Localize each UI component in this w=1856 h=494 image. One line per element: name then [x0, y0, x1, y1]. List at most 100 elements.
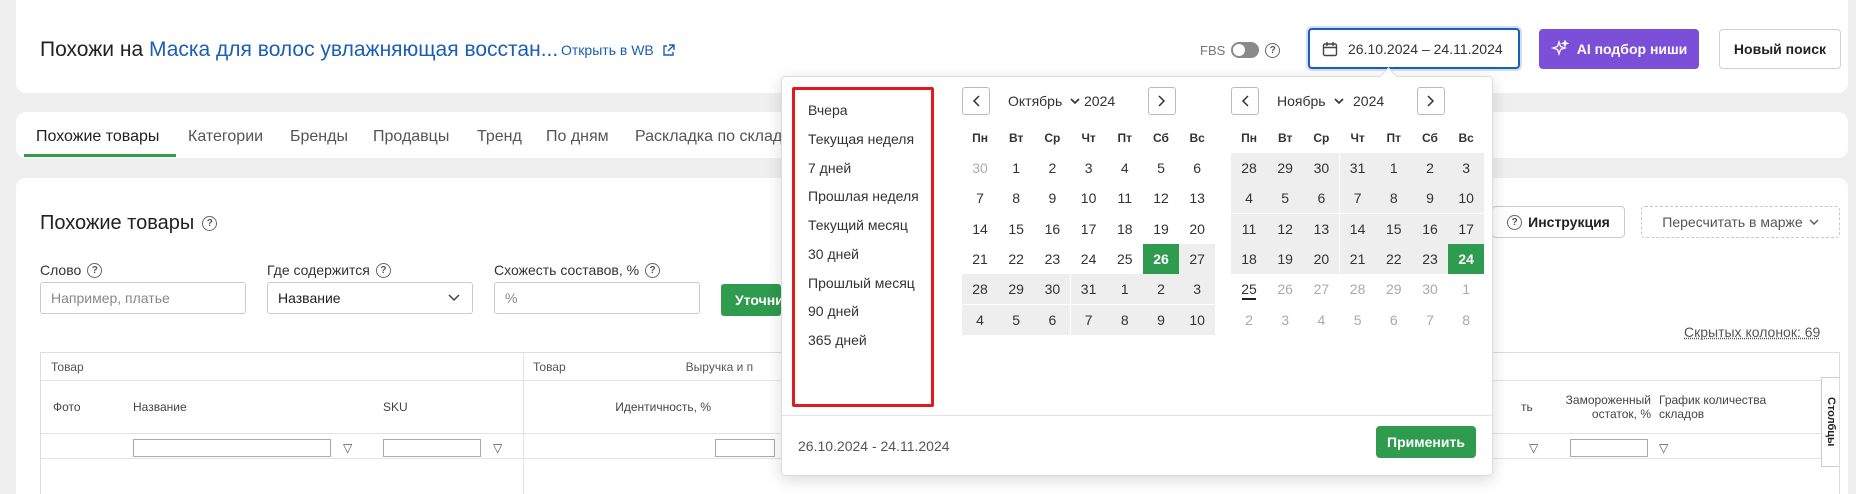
col-header-name[interactable]: Название [133, 381, 187, 433]
help-icon[interactable]: ? [202, 216, 217, 231]
tab-sellers[interactable]: Продавцы [373, 128, 449, 146]
calendar-day[interactable]: 30 [1034, 274, 1070, 304]
funnel-icon[interactable]: ▽ [343, 441, 352, 455]
help-icon[interactable]: ? [645, 263, 660, 278]
calendar-day[interactable]: 4 [962, 305, 998, 335]
calendar-day[interactable]: 25 [1231, 274, 1267, 304]
col-header-identity[interactable]: Идентичность, % [581, 381, 711, 433]
preset-last-month[interactable]: Прошлый месяц [808, 275, 915, 291]
frozen-filter-input[interactable] [1570, 439, 1648, 457]
calendar-day[interactable]: 5 [1267, 183, 1303, 213]
help-icon[interactable]: ? [87, 263, 102, 278]
month-select[interactable]: Октябрь [1008, 93, 1080, 109]
calendar-day[interactable]: 26 [1267, 274, 1303, 304]
calendar-day[interactable]: 31 [1071, 274, 1107, 304]
calendar-day[interactable]: 30 [1303, 153, 1339, 183]
col-header-sku[interactable]: SKU [383, 381, 408, 433]
tab-similar-products[interactable]: Похожие товары [36, 128, 159, 146]
calendar-day[interactable]: 6 [1179, 153, 1215, 183]
calendar-day[interactable]: 21 [962, 244, 998, 274]
calendar-day[interactable]: 11 [1107, 183, 1143, 213]
calendar-day[interactable]: 8 [1107, 305, 1143, 335]
similarity-input[interactable]: % [494, 282, 700, 314]
calendar-day[interactable]: 13 [1303, 214, 1339, 244]
calendar-day[interactable]: 27 [1179, 244, 1215, 274]
calendar-day[interactable]: 5 [1143, 153, 1179, 183]
col-header-warehouse-chart[interactable]: График количества складов [1659, 381, 1789, 433]
calendar-day[interactable]: 21 [1340, 244, 1376, 274]
preset-yesterday[interactable]: Вчера [808, 102, 848, 118]
calendar-day[interactable]: 15 [1376, 214, 1412, 244]
preset-last-week[interactable]: Прошлая неделя [808, 188, 919, 204]
calendar-day[interactable]: 8 [1448, 305, 1484, 335]
calendar-day[interactable]: 3 [1071, 153, 1107, 183]
calendar-day[interactable]: 5 [1340, 305, 1376, 335]
calendar-day[interactable]: 3 [1267, 305, 1303, 335]
calendar-day[interactable]: 13 [1179, 183, 1215, 213]
preset-current-week[interactable]: Текущая неделя [808, 131, 914, 147]
calendar-day[interactable]: 14 [1340, 214, 1376, 244]
calendar-day[interactable]: 4 [1303, 305, 1339, 335]
calendar-day[interactable]: 30 [962, 153, 998, 183]
preset-30-days[interactable]: 30 дней [808, 246, 859, 262]
fbs-toggle[interactable] [1231, 42, 1259, 58]
calendar-day[interactable]: 8 [998, 183, 1034, 213]
next-month-button[interactable] [1148, 87, 1176, 115]
calendar-day[interactable]: 25 [1107, 244, 1143, 274]
preset-365-days[interactable]: 365 дней [808, 332, 867, 348]
name-filter-input[interactable] [133, 439, 331, 457]
help-icon[interactable]: ? [1265, 43, 1280, 58]
calendar-day[interactable]: 12 [1143, 183, 1179, 213]
calendar-day[interactable]: 22 [998, 244, 1034, 274]
month-select[interactable]: Ноябрь [1277, 93, 1344, 109]
funnel-icon[interactable]: ▽ [1659, 441, 1668, 455]
calendar-day[interactable]: 7 [1071, 305, 1107, 335]
calendar-day[interactable]: 3 [1179, 274, 1215, 304]
calendar-day[interactable]: 9 [1034, 183, 1070, 213]
recalc-margin-button[interactable]: Пересчитать в марже [1641, 206, 1840, 238]
preset-90-days[interactable]: 90 дней [808, 303, 859, 319]
calendar-day[interactable]: 6 [1376, 305, 1412, 335]
product-title-link[interactable]: Маска для волос увлажняющая восстан... [149, 38, 558, 61]
calendar-day[interactable]: 31 [1340, 153, 1376, 183]
next-month-button[interactable] [1417, 87, 1445, 115]
calendar-day[interactable]: 12 [1267, 214, 1303, 244]
calendar-day[interactable]: 18 [1107, 214, 1143, 244]
preset-current-month[interactable]: Текущий месяц [808, 217, 908, 233]
date-range-input[interactable]: 26.10.2024 – 24.11.2024 [1308, 28, 1520, 69]
ai-niche-button[interactable]: AI подбор ниши [1539, 29, 1699, 69]
word-input[interactable]: Например, платье [40, 282, 246, 314]
col-header-partial[interactable]: ть [1521, 381, 1533, 433]
calendar-day[interactable]: 6 [1303, 183, 1339, 213]
year-select[interactable]: 2024 [1084, 93, 1115, 109]
calendar-day[interactable]: 7 [1412, 305, 1448, 335]
calendar-day[interactable]: 24 [1071, 244, 1107, 274]
calendar-day[interactable]: 23 [1034, 244, 1070, 274]
prev-month-button[interactable] [1231, 87, 1259, 115]
col-header-photo[interactable]: Фото [53, 381, 81, 433]
open-in-wb-link[interactable]: Открыть в WB [561, 42, 675, 58]
calendar-day[interactable]: 4 [1107, 153, 1143, 183]
col-header-frozen[interactable]: Замороженный остаток, % [1551, 381, 1651, 433]
calendar-day[interactable]: 3 [1448, 153, 1484, 183]
calendar-day[interactable]: 19 [1143, 214, 1179, 244]
revenue-filter-input[interactable] [715, 439, 775, 457]
calendar-day[interactable]: 27 [1303, 274, 1339, 304]
calendar-day[interactable]: 24 [1448, 244, 1484, 274]
calendar-day[interactable]: 16 [1034, 214, 1070, 244]
calendar-day[interactable]: 22 [1376, 244, 1412, 274]
calendar-day[interactable]: 19 [1267, 244, 1303, 274]
calendar-day[interactable]: 20 [1179, 214, 1215, 244]
calendar-day[interactable]: 8 [1376, 183, 1412, 213]
calendar-day[interactable]: 28 [1340, 274, 1376, 304]
calendar-day[interactable]: 29 [998, 274, 1034, 304]
calendar-day[interactable]: 14 [962, 214, 998, 244]
calendar-day[interactable]: 9 [1412, 183, 1448, 213]
calendar-day[interactable]: 23 [1412, 244, 1448, 274]
new-search-button[interactable]: Новый поиск [1719, 29, 1841, 69]
calendar-day[interactable]: 10 [1071, 183, 1107, 213]
calendar-day[interactable]: 28 [962, 274, 998, 304]
where-select[interactable]: Название [267, 282, 473, 314]
calendar-day[interactable]: 17 [1448, 214, 1484, 244]
calendar-day[interactable]: 5 [998, 305, 1034, 335]
